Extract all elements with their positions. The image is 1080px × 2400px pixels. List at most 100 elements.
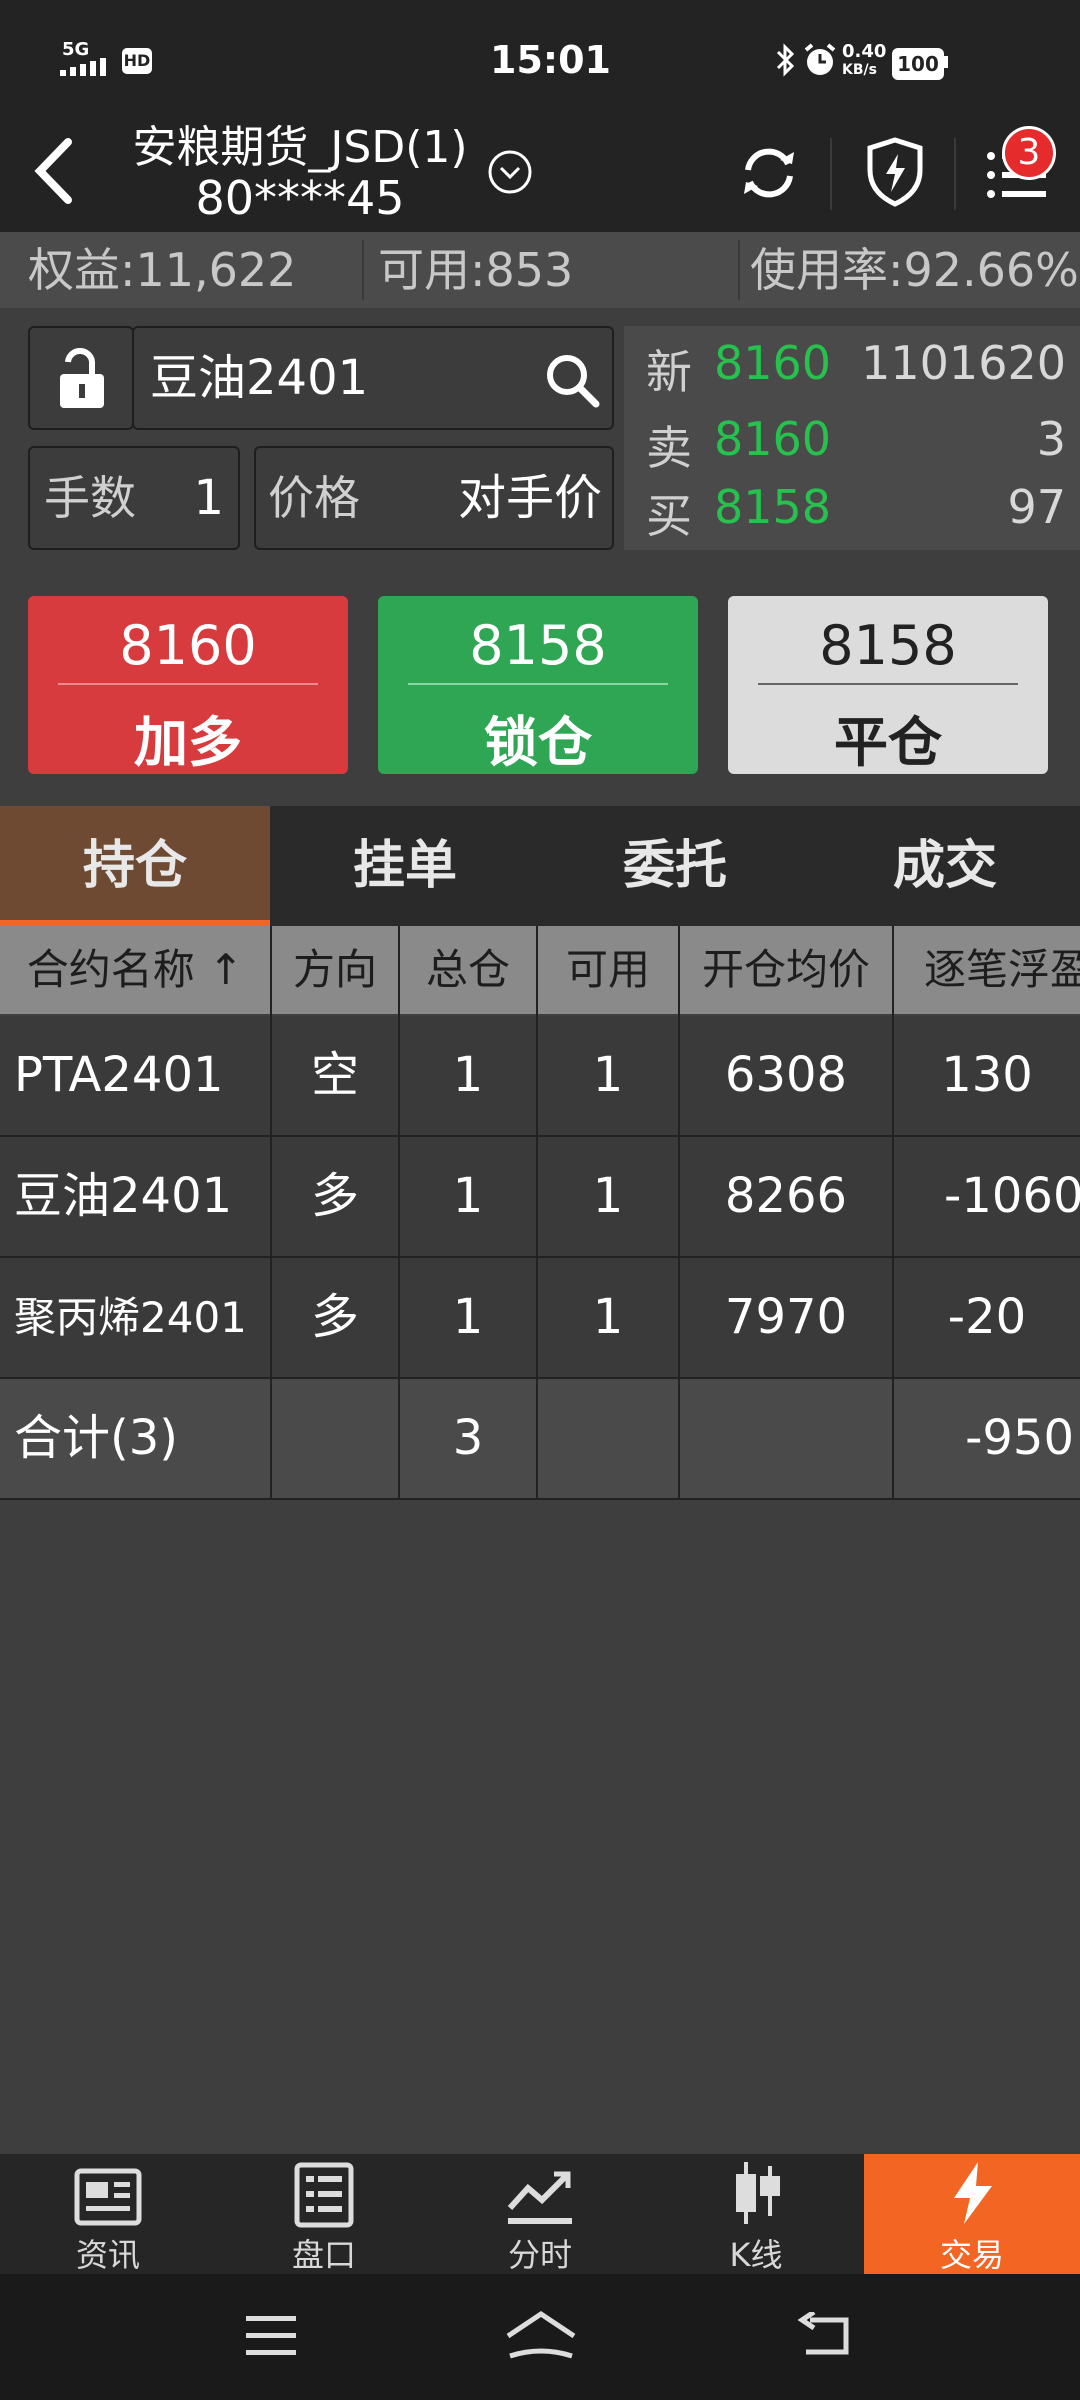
available-cell: 1 bbox=[592, 1047, 624, 1103]
col-header-float-pnl[interactable]: 逐笔浮盈 bbox=[894, 926, 1080, 1014]
unlock-icon bbox=[60, 348, 104, 408]
buy-label: 加多 bbox=[134, 711, 242, 774]
tab-positions[interactable]: 持仓 bbox=[0, 806, 270, 926]
account-id[interactable]: 80****45 bbox=[110, 170, 490, 226]
contract-search-field[interactable]: 豆油2401 bbox=[132, 326, 614, 430]
quote-panel: 新 8160 1101620 卖 8160 3 买 8158 97 bbox=[624, 326, 1080, 550]
last-price: 8160 bbox=[714, 336, 832, 390]
back-icon[interactable] bbox=[796, 2312, 852, 2358]
column-divider bbox=[678, 926, 680, 1498]
buy-open-button[interactable]: 8160 加多 bbox=[28, 596, 348, 774]
chevron-down-circle-icon[interactable] bbox=[486, 148, 534, 196]
nav-label: K线 bbox=[729, 2236, 783, 2274]
divider bbox=[738, 240, 740, 300]
ask-qty: 3 bbox=[1036, 412, 1066, 466]
available-cell: 1 bbox=[592, 1289, 624, 1345]
bid-price: 8158 bbox=[714, 480, 832, 534]
nav-intraday[interactable]: 分时 bbox=[432, 2154, 648, 2274]
summary-row: 合计(3) 3 -950 bbox=[0, 1379, 1080, 1498]
shield-bolt-icon[interactable] bbox=[864, 136, 926, 208]
col-header-total[interactable]: 总仓 bbox=[400, 926, 536, 1014]
battery-tip bbox=[944, 56, 948, 68]
nav-kline[interactable]: K线 bbox=[648, 2154, 864, 2274]
column-divider bbox=[270, 926, 272, 1498]
col-header-direction[interactable]: 方向 bbox=[272, 926, 398, 1014]
pnl-cell: -1060 bbox=[944, 1168, 1080, 1224]
battery-icon: 100 bbox=[892, 48, 944, 80]
direction-cell: 空 bbox=[310, 1047, 359, 1103]
contract-cell: 聚丙烯2401 bbox=[14, 1293, 247, 1342]
divider bbox=[58, 683, 318, 685]
header-divider bbox=[954, 138, 956, 210]
contract-name: 豆油2401 bbox=[150, 350, 369, 406]
hd-badge: HD bbox=[122, 48, 152, 74]
pnl-cell: 130 bbox=[941, 1047, 1033, 1103]
menu-icon[interactable] bbox=[244, 2314, 298, 2358]
equity-value: 权益:11,622 bbox=[28, 243, 297, 297]
home-icon[interactable] bbox=[504, 2310, 578, 2362]
nav-trade[interactable]: 交易 bbox=[864, 2154, 1080, 2274]
net-speed-unit: KB/s bbox=[842, 62, 877, 78]
candlestick-icon bbox=[736, 2162, 780, 2224]
available-cell: 1 bbox=[592, 1168, 624, 1224]
search-icon[interactable] bbox=[544, 352, 600, 408]
nav-label: 分时 bbox=[507, 2236, 572, 2274]
close-position-button[interactable]: 8158 平仓 bbox=[728, 596, 1048, 774]
table-row[interactable]: 聚丙烯2401 多 1 1 7970 -20 bbox=[0, 1258, 1080, 1377]
nav-label: 交易 bbox=[939, 2236, 1004, 2274]
summary-pnl: -950 bbox=[965, 1410, 1074, 1466]
tab-trades[interactable]: 成交 bbox=[810, 806, 1080, 926]
last-label: 新 bbox=[646, 345, 692, 399]
direction-cell: 多 bbox=[310, 1289, 359, 1345]
refresh-icon[interactable] bbox=[736, 140, 802, 206]
back-arrow-icon[interactable] bbox=[30, 136, 76, 206]
notification-badge: 3 bbox=[1002, 126, 1056, 180]
bluetooth-icon bbox=[776, 43, 795, 77]
lock-label: 锁仓 bbox=[484, 711, 592, 774]
lock-toggle[interactable] bbox=[28, 326, 134, 430]
price-value[interactable]: 对手价 bbox=[458, 448, 602, 548]
avg-price-cell: 6308 bbox=[724, 1047, 848, 1103]
clock: 15:01 bbox=[490, 38, 611, 82]
pnl-cell: -20 bbox=[947, 1289, 1027, 1345]
bottom-nav: 资讯 盘口 分时 K线 交易 bbox=[0, 2154, 1080, 2274]
price-selector[interactable]: 价格 对手价 bbox=[254, 446, 614, 550]
bid-label: 买 bbox=[646, 489, 692, 543]
network-indicator: 5G bbox=[62, 39, 90, 60]
nav-label: 资讯 bbox=[75, 2236, 140, 2274]
trend-line-icon bbox=[507, 2171, 572, 2224]
avg-price-cell: 8266 bbox=[724, 1168, 848, 1224]
lots-value[interactable]: 1 bbox=[193, 448, 224, 548]
status-bar: 5G HD 15:01 0.40 KB/s 100 bbox=[0, 0, 1080, 120]
tab-pending[interactable]: 挂单 bbox=[270, 806, 540, 926]
tab-orders[interactable]: 委托 bbox=[540, 806, 810, 926]
available-value: 可用:853 bbox=[378, 243, 574, 297]
col-header-avg-price[interactable]: 开仓均价 bbox=[680, 926, 892, 1014]
tab-bar: 持仓 挂单 委托 成交 bbox=[0, 806, 1080, 926]
lightning-icon bbox=[954, 2162, 992, 2224]
col-header-available[interactable]: 可用 bbox=[538, 926, 678, 1014]
column-divider bbox=[892, 926, 894, 1498]
total-cell: 1 bbox=[452, 1289, 484, 1345]
nav-market[interactable]: 盘口 bbox=[216, 2154, 432, 2274]
signal-icon bbox=[60, 58, 106, 76]
avg-price-cell: 7970 bbox=[724, 1289, 848, 1345]
lots-label: 手数 bbox=[44, 471, 136, 525]
bid-qty: 97 bbox=[1007, 480, 1066, 534]
alarm-icon bbox=[804, 43, 836, 75]
column-divider bbox=[398, 926, 400, 1498]
table-row[interactable]: 豆油2401 多 1 1 8266 -1060 bbox=[0, 1137, 1080, 1256]
col-header-contract[interactable]: 合约名称 ↑ bbox=[0, 926, 270, 1014]
nav-news[interactable]: 资讯 bbox=[0, 2154, 216, 2274]
account-name[interactable]: 安粮期货_JSD(1) bbox=[110, 120, 490, 176]
lots-stepper[interactable]: 手数 1 bbox=[28, 446, 240, 550]
buy-price: 8160 bbox=[119, 614, 257, 677]
divider bbox=[758, 683, 1018, 685]
close-price: 8158 bbox=[819, 614, 957, 677]
header: 安粮期货_JSD(1) 80****45 3 bbox=[0, 120, 1080, 232]
row-divider bbox=[0, 1256, 1080, 1258]
table-row[interactable]: PTA2401 空 1 1 6308 130 bbox=[0, 1016, 1080, 1135]
lock-position-button[interactable]: 8158 锁仓 bbox=[378, 596, 698, 774]
row-divider bbox=[0, 1135, 1080, 1137]
close-label: 平仓 bbox=[834, 711, 942, 774]
